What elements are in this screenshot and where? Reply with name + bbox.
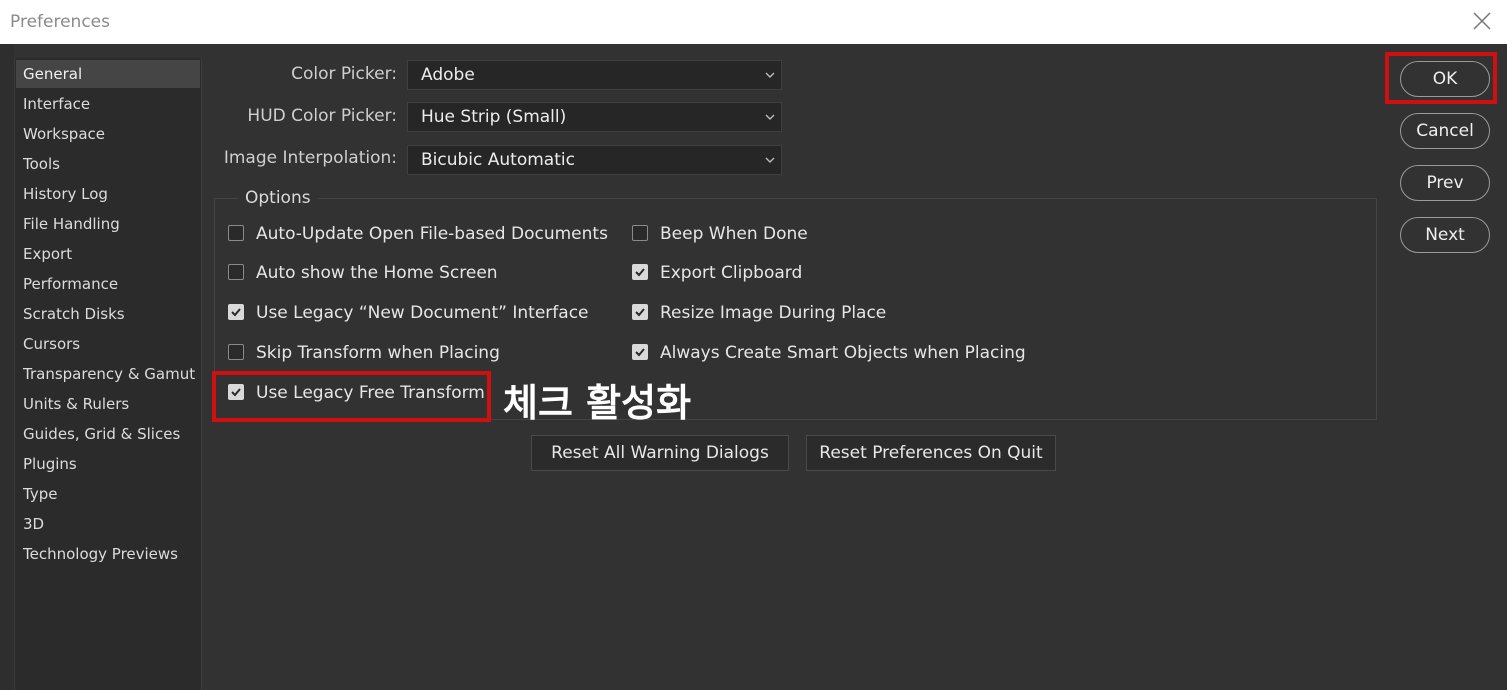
checkbox-label: Resize Image During Place bbox=[660, 303, 887, 323]
sidebar-item-file-handling[interactable]: File Handling bbox=[16, 210, 200, 238]
checkbox-box[interactable] bbox=[632, 264, 648, 280]
checkbox-box[interactable] bbox=[228, 344, 244, 360]
highlight-free-transform bbox=[212, 371, 491, 422]
reset-preferences-button[interactable]: Reset Preferences On Quit bbox=[806, 435, 1056, 471]
checkbox-box[interactable] bbox=[228, 225, 244, 241]
checkmark-icon bbox=[635, 268, 645, 277]
checkbox-label: Use Legacy “New Document” Interface bbox=[256, 303, 589, 323]
color-picker-select[interactable]: Adobe bbox=[407, 60, 782, 90]
sidebar-item-3d[interactable]: 3D bbox=[16, 510, 200, 538]
sidebar-item-workspace[interactable]: Workspace bbox=[16, 120, 200, 148]
sidebar-item-export[interactable]: Export bbox=[16, 240, 200, 268]
checkbox-label: Auto show the Home Screen bbox=[256, 263, 498, 283]
window-title: Preferences bbox=[10, 12, 110, 32]
checkbox-box[interactable] bbox=[228, 304, 244, 320]
sidebar-item-plugins[interactable]: Plugins bbox=[16, 450, 200, 478]
checkmark-icon bbox=[635, 348, 645, 357]
reset-warning-dialogs-button[interactable]: Reset All Warning Dialogs bbox=[531, 435, 789, 471]
ok-button[interactable]: OK bbox=[1400, 61, 1490, 97]
sidebar-item-tools[interactable]: Tools bbox=[16, 150, 200, 178]
hud-color-picker-value: Hue Strip (Small) bbox=[421, 107, 567, 127]
checkmark-icon bbox=[231, 308, 241, 317]
chevron-down-icon bbox=[765, 114, 775, 120]
sidebar-item-type[interactable]: Type bbox=[16, 480, 200, 508]
checkbox-label: Skip Transform when Placing bbox=[256, 343, 500, 363]
sidebar-item-cursors[interactable]: Cursors bbox=[16, 330, 200, 358]
next-button[interactable]: Next bbox=[1400, 217, 1490, 253]
checkbox-label: Export Clipboard bbox=[660, 263, 803, 283]
close-icon[interactable] bbox=[1471, 10, 1493, 32]
sidebar-item-technology-previews[interactable]: Technology Previews bbox=[16, 540, 200, 568]
checkbox-box[interactable] bbox=[632, 225, 648, 241]
checkbox-box[interactable] bbox=[632, 304, 648, 320]
hud-color-picker-select[interactable]: Hue Strip (Small) bbox=[407, 102, 782, 132]
sidebar-item-performance[interactable]: Performance bbox=[16, 270, 200, 298]
sidebar-item-interface[interactable]: Interface bbox=[16, 90, 200, 118]
checkmark-icon bbox=[635, 308, 645, 317]
checkbox-box[interactable] bbox=[228, 264, 244, 280]
checkbox-label: Beep When Done bbox=[660, 224, 808, 244]
sidebar-item-transparency-gamut[interactable]: Transparency & Gamut bbox=[16, 360, 200, 388]
sidebar-item-history-log[interactable]: History Log bbox=[16, 180, 200, 208]
hud-color-picker-label: HUD Color Picker: bbox=[247, 106, 397, 126]
sidebar-item-general[interactable]: General bbox=[16, 60, 200, 88]
image-interpolation-select[interactable]: Bicubic Automatic bbox=[407, 145, 782, 175]
annotation-text: 체크 활성화 bbox=[503, 381, 692, 425]
cancel-button[interactable]: Cancel bbox=[1400, 113, 1490, 149]
checkbox-label: Always Create Smart Objects when Placing bbox=[660, 343, 1026, 363]
preferences-sidebar: General Interface Workspace Tools Histor… bbox=[14, 58, 202, 690]
chevron-down-icon bbox=[765, 72, 775, 78]
image-interpolation-label: Image Interpolation: bbox=[223, 148, 397, 168]
prev-button[interactable]: Prev bbox=[1400, 165, 1490, 201]
options-legend: Options bbox=[238, 188, 318, 208]
color-picker-label: Color Picker: bbox=[291, 64, 397, 84]
title-bar: Preferences bbox=[0, 0, 1507, 44]
image-interpolation-value: Bicubic Automatic bbox=[421, 150, 575, 170]
chevron-down-icon bbox=[765, 157, 775, 163]
checkbox-label: Auto-Update Open File-based Documents bbox=[256, 224, 608, 244]
color-picker-value: Adobe bbox=[421, 65, 475, 85]
sidebar-item-units-rulers[interactable]: Units & Rulers bbox=[16, 390, 200, 418]
window-edge bbox=[0, 44, 14, 690]
sidebar-item-guides-grid-slices[interactable]: Guides, Grid & Slices bbox=[16, 420, 200, 448]
checkbox-box[interactable] bbox=[632, 344, 648, 360]
sidebar-item-scratch-disks[interactable]: Scratch Disks bbox=[16, 300, 200, 328]
